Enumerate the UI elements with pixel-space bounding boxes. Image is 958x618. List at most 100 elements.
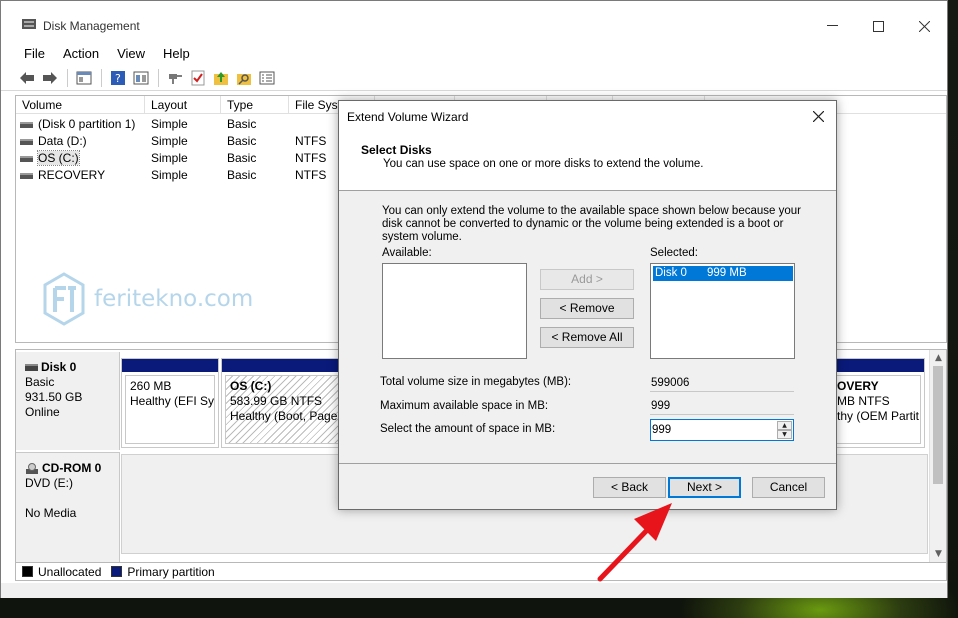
volume-fs: NTFS — [295, 168, 327, 182]
selected-disk-size: 999 MB — [707, 267, 747, 279]
col-header-layout[interactable]: Layout — [145, 96, 221, 114]
console-button[interactable] — [131, 68, 151, 88]
window-title: Disk Management — [43, 19, 140, 33]
search-icon — [237, 73, 251, 85]
spin-down-icon[interactable]: ▼ — [777, 430, 792, 439]
menu-action[interactable]: Action — [54, 46, 108, 61]
remove-button[interactable]: < Remove — [540, 298, 634, 319]
close-button[interactable] — [901, 11, 947, 41]
col-header-type[interactable]: Type — [221, 96, 289, 114]
volume-name: Data (D:) — [38, 134, 87, 148]
volume-type: Basic — [227, 117, 257, 131]
volume-type: Basic — [227, 168, 257, 182]
disk-0-status: Online — [25, 405, 60, 419]
dialog-heading: Select Disks — [361, 143, 432, 157]
menu-help[interactable]: Help — [154, 46, 199, 61]
partition-body: OS (C:) 583.99 GB NTFS Healthy (Boot, Pa… — [225, 375, 347, 444]
selected-disk-item[interactable]: Disk 0 999 MB — [653, 266, 793, 281]
select-space-label: Select the amount of space in MB: — [380, 423, 556, 435]
dialog-title: Extend Volume Wizard — [347, 110, 469, 124]
disk-management-app-icon — [22, 19, 36, 29]
volume-icon — [20, 155, 33, 162]
properties-icon — [76, 71, 92, 84]
volume-fs: NTFS — [295, 151, 327, 165]
close-icon — [812, 110, 824, 123]
space-amount-input[interactable] — [652, 421, 774, 439]
volume-name: (Disk 0 partition 1) — [38, 117, 136, 131]
cdrom-0-info[interactable]: CD-ROM 0 DVD (E:) No Media — [16, 452, 120, 562]
space-amount-stepper[interactable]: ▲ ▼ — [650, 419, 794, 441]
spin-up-icon[interactable]: ▲ — [777, 421, 792, 430]
disk-0-info[interactable]: Disk 0 Basic 931.50 GB Online — [16, 352, 120, 450]
partition-size: 260 MB — [130, 379, 172, 393]
volume-type: Basic — [227, 134, 257, 148]
list-button[interactable] — [257, 68, 277, 88]
menu-view[interactable]: View — [108, 46, 154, 61]
partition-label: OVERY — [837, 379, 879, 393]
scroll-thumb[interactable] — [933, 366, 943, 484]
remove-all-button[interactable]: < Remove All — [540, 327, 634, 348]
maximize-button[interactable] — [855, 11, 901, 41]
partition-bar — [829, 359, 924, 372]
max-space-value: 999 — [650, 397, 794, 415]
console-icon — [133, 71, 149, 84]
watermark-text: feritekno.com — [94, 286, 254, 312]
close-icon — [918, 20, 930, 32]
partition-size: 583.99 GB NTFS — [230, 394, 323, 408]
cdrom-0-status: No Media — [25, 506, 77, 520]
connect-icon — [169, 73, 182, 84]
volume-type: Basic — [227, 151, 257, 165]
partition-bar — [122, 359, 218, 372]
menu-bar: File Action View Help — [1, 42, 947, 64]
total-size-label: Total volume size in megabytes (MB): — [380, 376, 572, 388]
connect-button[interactable] — [165, 68, 185, 88]
partition-recovery[interactable]: OVERY MB NTFS thy (OEM Partit — [828, 358, 925, 448]
legend: Unallocated Primary partition — [15, 563, 947, 581]
partition-os-c[interactable]: OS (C:) 583.99 GB NTFS Healthy (Boot, Pa… — [221, 358, 351, 448]
legend-swatch-unallocated — [22, 566, 33, 577]
partition-status: thy (OEM Partit — [837, 409, 920, 423]
volume-layout: Simple — [151, 168, 188, 182]
forward-button[interactable] — [40, 68, 60, 88]
back-button[interactable] — [17, 68, 37, 88]
up-folder-button[interactable] — [211, 68, 231, 88]
volume-icon — [20, 121, 33, 128]
dialog-close-button[interactable] — [806, 105, 830, 129]
available-disks-list[interactable] — [382, 263, 527, 359]
toolbar-separator — [158, 68, 159, 87]
check-button[interactable] — [188, 68, 208, 88]
minimize-button[interactable] — [809, 11, 855, 41]
search-button[interactable] — [234, 68, 254, 88]
show-hide-console-button[interactable] — [74, 68, 94, 88]
dialog-title-bar: Extend Volume Wizard — [339, 101, 836, 133]
extend-volume-wizard-dialog: Extend Volume Wizard Select Disks You ca… — [338, 100, 837, 510]
scroll-up-icon[interactable]: ▲ — [930, 350, 946, 366]
cancel-button[interactable]: Cancel — [752, 477, 825, 498]
selected-disks-list[interactable]: Disk 0 999 MB — [650, 263, 795, 359]
back-arrow-icon — [20, 71, 34, 84]
add-button[interactable]: Add > — [540, 269, 634, 290]
toolbar-separator — [67, 68, 68, 87]
disk-icon — [25, 364, 38, 372]
selected-disk-name: Disk 0 — [655, 267, 687, 279]
scroll-down-icon[interactable]: ▼ — [930, 546, 946, 562]
partition-bar — [222, 359, 350, 372]
list-icon — [259, 71, 275, 84]
help-button[interactable]: ? — [108, 68, 128, 88]
volume-layout: Simple — [151, 151, 188, 165]
volume-icon — [20, 172, 33, 179]
partition-efi[interactable]: 260 MB Healthy (EFI Sys — [121, 358, 219, 448]
toolbar: ? — [1, 65, 947, 91]
menu-file[interactable]: File — [15, 46, 54, 61]
check-icon — [191, 70, 205, 85]
col-header-volume[interactable]: Volume — [16, 96, 145, 114]
partition-status: Healthy (Boot, Page F — [230, 409, 347, 423]
volume-name: OS (C:) — [37, 150, 80, 166]
status-bar — [1, 583, 947, 598]
help-icon: ? — [111, 70, 125, 85]
disk-pane-scrollbar[interactable]: ▲ ▼ — [929, 350, 946, 562]
available-label: Available: — [382, 247, 432, 259]
partition-body: 260 MB Healthy (EFI Sys — [125, 375, 215, 444]
legend-swatch-primary — [111, 566, 123, 577]
disk-0-size: 931.50 GB — [25, 390, 83, 404]
